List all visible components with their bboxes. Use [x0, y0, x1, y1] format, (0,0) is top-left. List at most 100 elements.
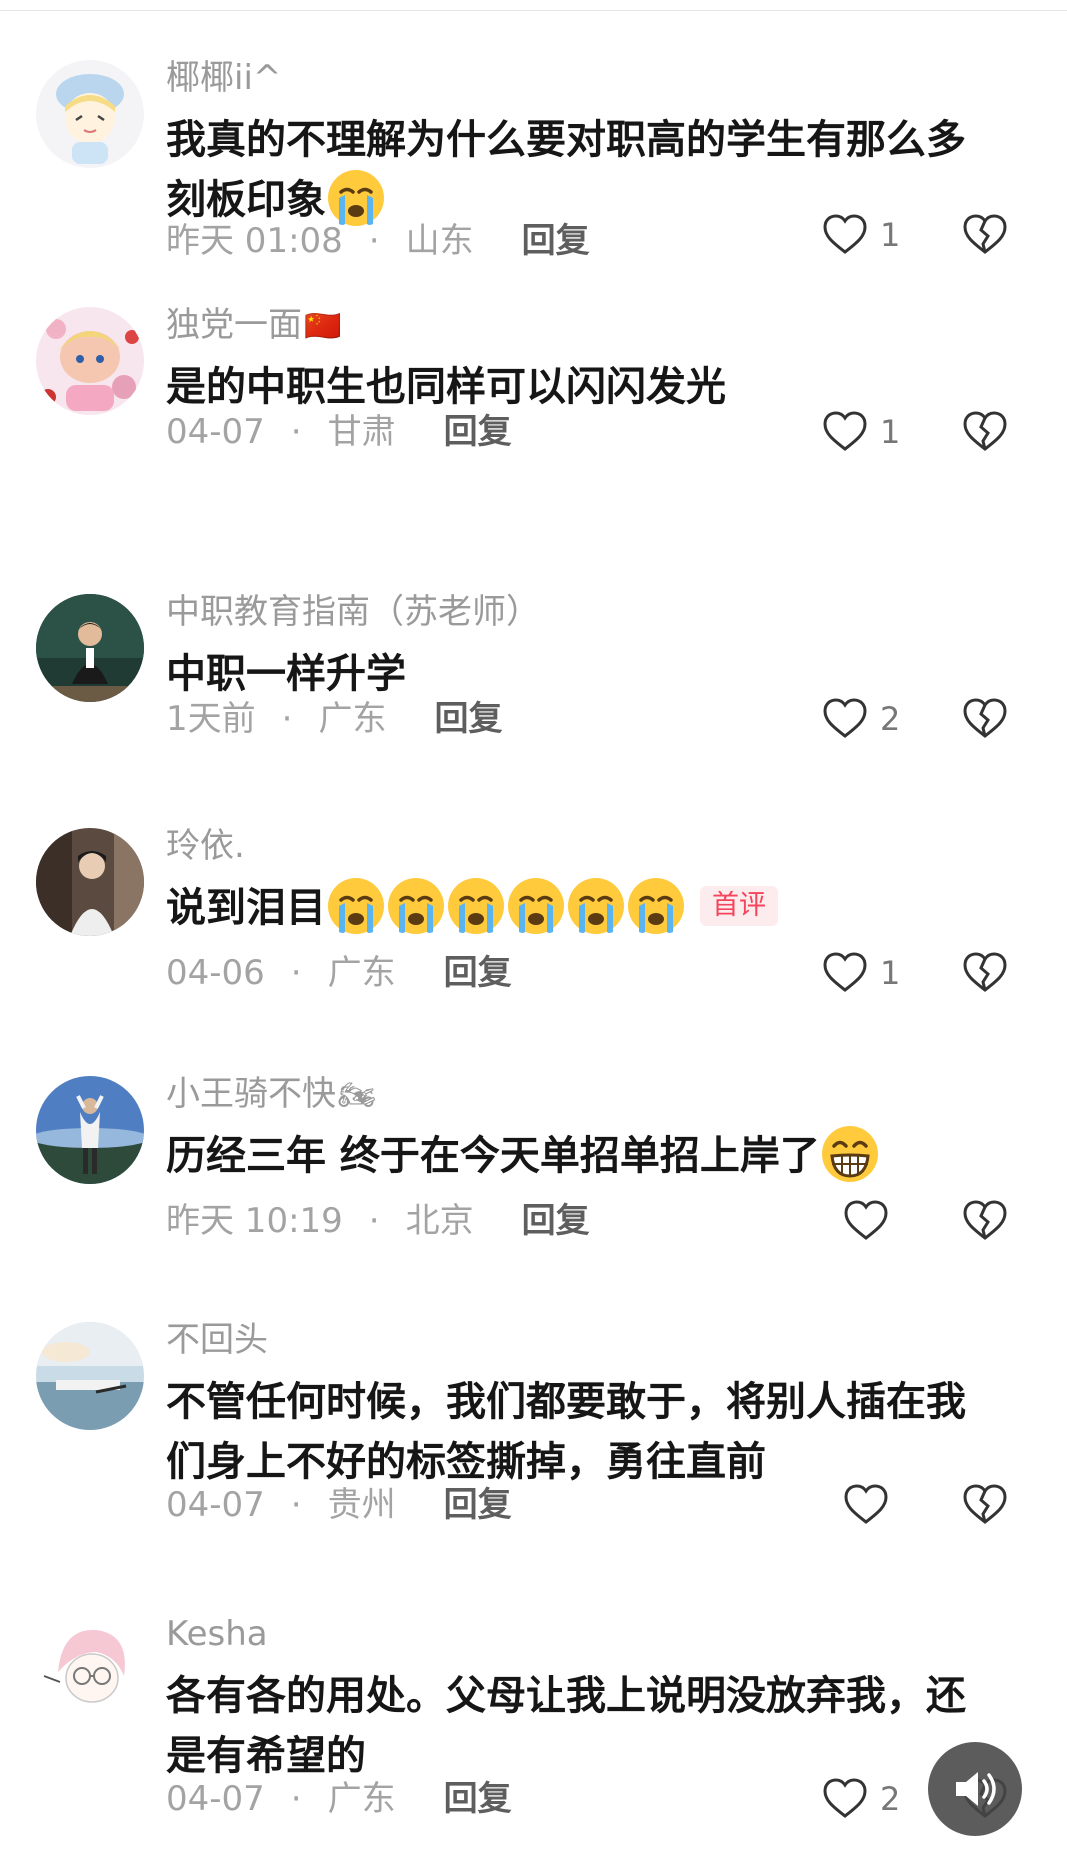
separator-dot: · — [281, 699, 293, 739]
comment-region: 山东 — [405, 221, 474, 261]
like-count: 2 — [880, 1780, 901, 1818]
separator-dot: · — [290, 1485, 302, 1525]
comment-time: 1天前 — [166, 699, 256, 739]
heart-outline-icon — [823, 411, 867, 451]
avatar[interactable] — [36, 1076, 144, 1184]
username-text: Kesha — [166, 1614, 268, 1654]
loudly-crying-face-icon — [566, 876, 626, 936]
username[interactable]: Kesha — [166, 1612, 268, 1656]
avatar[interactable] — [36, 60, 144, 168]
avatar[interactable] — [36, 307, 144, 415]
comment-time: 04-07 — [166, 1779, 265, 1819]
reply-button[interactable]: 回复 — [522, 1201, 590, 1241]
broken-heart-icon — [963, 1200, 1007, 1240]
comment-time: 04-06 — [166, 953, 265, 993]
comment-text: 说到泪目 首评 — [166, 878, 996, 938]
username-text: 中职教育指南（苏老师） — [166, 592, 540, 632]
first-comment-badge: 首评 — [700, 886, 778, 926]
dislike-button[interactable] — [960, 210, 1010, 260]
username-text: 不回头 — [166, 1320, 268, 1360]
comment-region: 广东 — [318, 699, 387, 739]
avatar[interactable] — [36, 1322, 144, 1430]
comment-text-body: 不管任何时候，我们都要敢于，将别人插在我们身上不好的标签撕掉，勇往直前 — [166, 1379, 966, 1485]
dislike-button[interactable] — [960, 694, 1010, 744]
username[interactable]: 不回头 — [166, 1318, 268, 1362]
separator-dot: · — [290, 953, 302, 993]
comment-text-body: 中职一样升学 — [166, 651, 406, 697]
comment-region: 广东 — [327, 953, 396, 993]
username-text: 独党一面 — [166, 305, 302, 345]
username[interactable]: 小王骑不快🏍 — [166, 1072, 376, 1118]
comment-text: 历经三年 终于在今天单招单招上岸了 — [166, 1126, 996, 1186]
like-button[interactable]: 1 — [820, 210, 900, 260]
china-flag-icon: 🇨🇳 — [304, 309, 342, 344]
comment-text: 各有各的用处。父母让我上说明没放弃我，还是有希望的 — [166, 1666, 996, 1786]
like-button[interactable]: 2 — [820, 694, 900, 744]
comment-text-body: 各有各的用处。父母让我上说明没放弃我，还是有希望的 — [166, 1673, 966, 1779]
motorcycle-icon: 🏍 — [338, 1078, 377, 1113]
avatar[interactable] — [36, 1616, 144, 1724]
comment-text: 不管任何时候，我们都要敢于，将别人插在我们身上不好的标签撕掉，勇往直前 — [166, 1372, 996, 1492]
speaker-icon — [956, 1772, 996, 1806]
broken-heart-icon — [963, 411, 1007, 451]
sound-button[interactable] — [928, 1742, 1022, 1836]
like-count: 1 — [880, 216, 901, 254]
username[interactable]: 独党一面🇨🇳 — [166, 303, 341, 349]
username[interactable]: 中职教育指南（苏老师） — [166, 590, 540, 634]
heart-outline-icon — [823, 214, 867, 254]
comment-meta: 04-07 · 广东 回复 — [166, 1774, 512, 1824]
heart-outline-icon — [823, 1778, 867, 1818]
heart-outline-icon — [823, 952, 867, 992]
like-button[interactable] — [841, 1480, 891, 1530]
comment-meta: 昨天 10:19 · 北京 回复 — [166, 1196, 590, 1246]
comment-time: 昨天 10:19 — [166, 1201, 343, 1241]
like-button[interactable]: 2 — [820, 1774, 900, 1824]
dislike-button[interactable] — [960, 407, 1010, 457]
loudly-crying-face-icon — [326, 876, 386, 936]
reply-button[interactable]: 回复 — [522, 221, 590, 261]
like-count: 2 — [880, 700, 901, 738]
comment-text-body: 是的中职生也同样可以闪闪发光 — [166, 364, 726, 410]
comment-region: 贵州 — [327, 1485, 396, 1525]
comment-region: 甘肃 — [327, 412, 396, 452]
like-button[interactable]: 1 — [820, 948, 900, 998]
avatar[interactable] — [36, 828, 144, 936]
reply-button[interactable]: 回复 — [444, 953, 512, 993]
reply-button[interactable]: 回复 — [434, 699, 502, 739]
dislike-button[interactable] — [960, 948, 1010, 998]
avatar[interactable] — [36, 594, 144, 702]
reply-button[interactable]: 回复 — [444, 1485, 512, 1525]
like-button[interactable]: 1 — [820, 407, 900, 457]
broken-heart-icon — [963, 1484, 1007, 1524]
comment-time: 04-07 — [166, 412, 265, 452]
comment-list: 椰椰ii^ 我真的不理解为什么要对职高的学生有那么多刻板印象 昨天 01:08 ·… — [0, 0, 1067, 1859]
comment-time: 昨天 01:08 — [166, 221, 343, 261]
loudly-crying-face-icon — [386, 876, 446, 936]
loudly-crying-face-icon — [446, 876, 506, 936]
comment-text-body: 我真的不理解为什么要对职高的学生有那么多刻板印象 — [166, 117, 966, 223]
broken-heart-icon — [963, 698, 1007, 738]
comment-meta: 昨天 01:08 · 山东 回复 — [166, 216, 590, 266]
comment-time: 04-07 — [166, 1485, 265, 1525]
comment-meta: 04-06 · 广东 回复 — [166, 948, 512, 998]
like-count: 1 — [880, 954, 901, 992]
separator-dot: · — [368, 1201, 380, 1241]
reply-button[interactable]: 回复 — [444, 412, 512, 452]
loudly-crying-face-icon — [626, 876, 686, 936]
dislike-button[interactable] — [960, 1196, 1010, 1246]
comment-region: 广东 — [327, 1779, 396, 1819]
reply-button[interactable]: 回复 — [444, 1779, 512, 1819]
broken-heart-icon — [963, 952, 1007, 992]
heart-outline-icon — [844, 1200, 888, 1240]
heart-outline-icon — [844, 1484, 888, 1524]
username-text: 小王骑不快 — [166, 1074, 336, 1114]
username[interactable]: 玲依. — [166, 824, 245, 868]
comment-region: 北京 — [405, 1201, 474, 1241]
like-button[interactable] — [841, 1196, 891, 1246]
separator-dot: · — [290, 1779, 302, 1819]
dislike-button[interactable] — [960, 1480, 1010, 1530]
comment-meta: 04-07 · 贵州 回复 — [166, 1480, 512, 1530]
heart-outline-icon — [823, 698, 867, 738]
comment-meta: 04-07 · 甘肃 回复 — [166, 407, 512, 457]
username[interactable]: 椰椰ii^ — [166, 56, 281, 100]
